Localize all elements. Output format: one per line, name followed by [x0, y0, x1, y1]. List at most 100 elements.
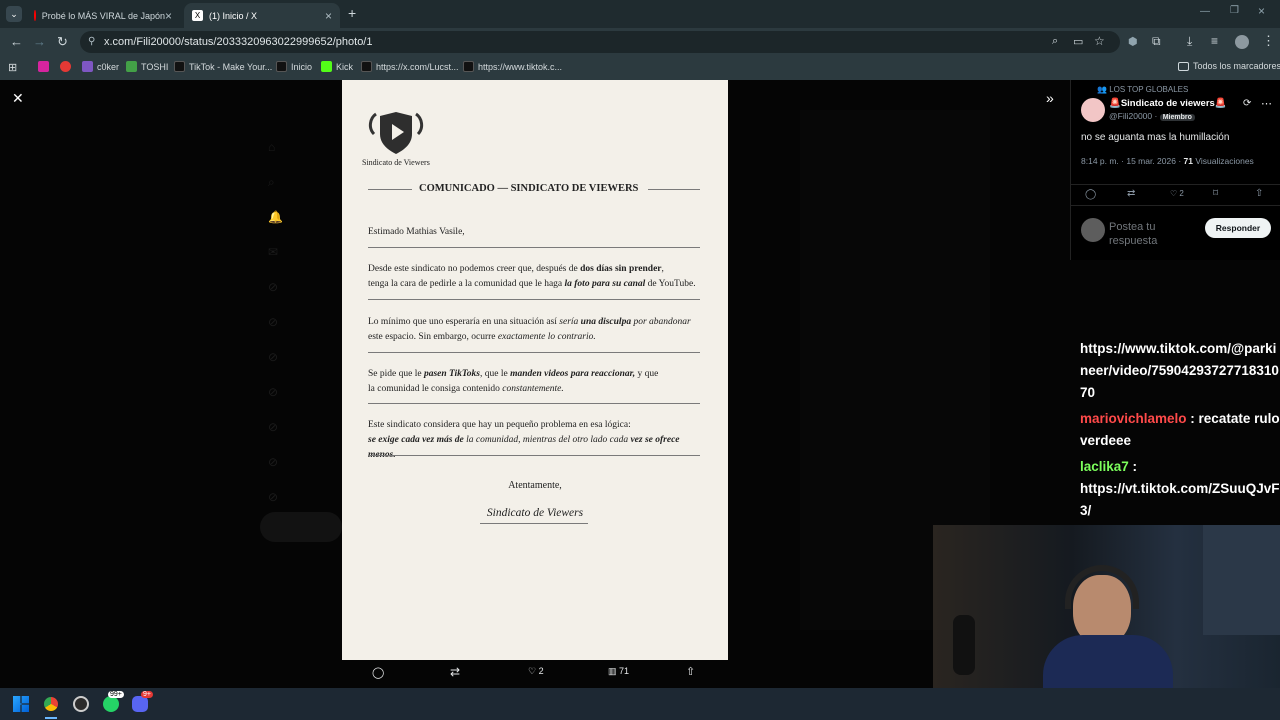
- tab-x[interactable]: X (1) Inicio / X ×: [184, 3, 340, 28]
- share-icon[interactable]: ⇧: [686, 665, 695, 678]
- text: Se pide que le: [368, 369, 424, 379]
- browser-tab-bar: ⌄ Probé lo MÁS VIRAL de Japón × X (1) In…: [0, 0, 1280, 28]
- like-button[interactable]: ♡ 2: [528, 666, 544, 677]
- profile-avatar[interactable]: [1235, 35, 1249, 49]
- close-window-icon[interactable]: ×: [1258, 4, 1265, 18]
- bookmark-star-icon[interactable]: ☆: [1094, 34, 1105, 48]
- paragraph-3: Se pide que le pasen TikToks, que le man…: [368, 367, 702, 397]
- folder-icon: [1178, 61, 1189, 71]
- minimize-icon[interactable]: —: [1200, 6, 1210, 17]
- tab-search-icon[interactable]: ⌄: [6, 6, 22, 22]
- forward-icon[interactable]: →: [33, 34, 46, 49]
- apps-icon[interactable]: ⊞: [8, 61, 17, 74]
- chat-message: mariovichlamelo : recatate rulo verdeee: [1080, 408, 1280, 452]
- whatsapp-icon[interactable]: [103, 696, 119, 712]
- bookmark-c0ker[interactable]: c0ker: [82, 61, 119, 72]
- tweet-text: no se aguanta mas la humillación: [1081, 132, 1230, 143]
- heading-rule-right: [648, 189, 700, 190]
- tweet-panel: 👥 LOS TOP GLOBALES 🚨Sindicato de viewers…: [1070, 80, 1280, 260]
- media-action-bar: ◯ ⇄ ♡ 2 ▥ 71 ⇧: [342, 660, 728, 688]
- tab-youtube[interactable]: Probé lo MÁS VIRAL de Japón ×: [26, 3, 180, 28]
- text-italic: constantemente.: [502, 384, 564, 394]
- paragraph-1: Desde este sindicato no podemos creer qu…: [368, 262, 702, 292]
- reply-avatar: [1081, 218, 1105, 242]
- community-label[interactable]: 👥 LOS TOP GLOBALES: [1097, 85, 1188, 94]
- reply-icon[interactable]: ◯: [372, 666, 384, 679]
- media-control-icon[interactable]: ≡: [1211, 34, 1218, 48]
- tab-title: (1) Inicio / X: [209, 10, 258, 21]
- youtube-icon: [34, 10, 36, 21]
- close-tab-icon[interactable]: ×: [325, 9, 332, 23]
- repost-icon[interactable]: ⇄: [1127, 188, 1135, 199]
- text-bold: dos días sin prender: [580, 264, 662, 274]
- letter-image: Sindicato de Viewers COMUNICADO — SINDIC…: [342, 80, 728, 660]
- extensions-icon[interactable]: ⧉: [1152, 34, 1161, 49]
- repost-icon[interactable]: ⇄: [450, 665, 460, 679]
- author-handle[interactable]: @Fili20000 · Miembro: [1109, 111, 1195, 121]
- bookmark-inicio[interactable]: Inicio: [276, 61, 312, 72]
- views-count: 71: [1183, 156, 1193, 166]
- zoom-icon[interactable]: ⌕: [1052, 35, 1058, 48]
- discord-icon[interactable]: [132, 696, 148, 712]
- stream-chat-overlay: https://www.tiktok.com/@parkineer/video/…: [1080, 338, 1280, 522]
- views-count: 71: [619, 666, 630, 676]
- bookmark-label: TOSHI: [141, 61, 169, 72]
- text-italic: sería: [559, 317, 581, 327]
- back-icon[interactable]: ←: [10, 34, 23, 49]
- bookmark-toshi[interactable]: TOSHI: [126, 61, 168, 72]
- obs-icon[interactable]: [73, 696, 89, 712]
- reload-icon[interactable]: ↻: [57, 34, 68, 50]
- url-field[interactable]: ⚲ x.com/Fili20000/status/203332096302299…: [80, 31, 1120, 53]
- maximize-icon[interactable]: ❐: [1230, 5, 1239, 16]
- author-avatar[interactable]: [1081, 98, 1105, 122]
- tweet-meta: 8:14 p. m. · 15 mar. 2026 · 71 Visualiza…: [1081, 156, 1254, 166]
- menu-icon[interactable]: ⋮: [1262, 33, 1275, 49]
- like-button[interactable]: ♡ 2: [1170, 189, 1184, 198]
- all-bookmarks[interactable]: Todos los marcadores: [1178, 61, 1280, 71]
- taskbar-active-indicator: [45, 717, 57, 719]
- text-bold-italic: pasen TikToks: [423, 369, 480, 379]
- member-badge: Miembro: [1159, 114, 1195, 121]
- text-italic: la comunidad, mientras del otro lado cad…: [463, 435, 631, 445]
- collapse-panel-icon[interactable]: »: [1046, 90, 1054, 106]
- instagram-icon[interactable]: [38, 61, 49, 72]
- like-count: 2: [1179, 189, 1184, 198]
- site-info-icon[interactable]: ⚲: [88, 31, 95, 53]
- greeting: Estimado Mathias Vasile,: [368, 227, 465, 237]
- close-viewer-icon[interactable]: ✕: [12, 90, 24, 107]
- tweet-actions: ◯ ⇄ ♡ 2 ⌑ ⇧: [1071, 184, 1280, 206]
- chat-user: mariovichlamelo: [1080, 411, 1187, 426]
- grok-icon[interactable]: ⟳: [1243, 98, 1251, 109]
- chrome-icon[interactable]: [43, 696, 59, 712]
- more-icon[interactable]: ⋯: [1261, 97, 1272, 110]
- bookmark-label: Inicio: [291, 61, 313, 72]
- chat-message: laclika7 :: [1080, 456, 1280, 478]
- new-tab-icon[interactable]: +: [348, 5, 356, 21]
- download-icon[interactable]: ⤓: [1187, 34, 1192, 49]
- install-icon[interactable]: ▭: [1073, 35, 1083, 48]
- share-icon[interactable]: ⇧: [1255, 188, 1263, 199]
- discord-badge: 9+: [141, 691, 153, 698]
- bookmark-x-lucst[interactable]: https://x.com/Lucst...: [361, 61, 459, 72]
- reply-icon[interactable]: ◯: [1085, 189, 1096, 200]
- author-name[interactable]: 🚨Sindicato de viewers🚨: [1109, 98, 1227, 109]
- extension-shield-icon[interactable]: ⬢: [1128, 35, 1138, 48]
- bookmark-label: https://x.com/Lucst...: [376, 61, 459, 72]
- views-button[interactable]: ▥ 71: [608, 666, 629, 677]
- microphone: [953, 615, 975, 675]
- reply-input[interactable]: Postea tu respuesta: [1109, 220, 1199, 246]
- handle-text: @Fili20000 ·: [1109, 111, 1158, 121]
- close-tab-icon[interactable]: ×: [165, 9, 172, 23]
- windows-start-icon[interactable]: [13, 696, 29, 712]
- bookmark-tiktok[interactable]: TikTok - Make Your...: [174, 61, 272, 72]
- tab-title: Probé lo MÁS VIRAL de Japón: [41, 10, 165, 21]
- bookmark-tiktok-url[interactable]: https://www.tiktok.c...: [463, 61, 562, 72]
- youtube-bookmark-icon[interactable]: [60, 61, 71, 72]
- logo-text: Sindicato de Viewers: [362, 158, 430, 167]
- community-name: LOS TOP GLOBALES: [1109, 85, 1189, 94]
- reply-button[interactable]: Responder: [1205, 218, 1271, 238]
- text: tenga la cara de pedirle a la comunidad …: [368, 279, 565, 289]
- bookmark-kick[interactable]: Kick: [321, 61, 353, 72]
- bookmark-icon[interactable]: ⌑: [1213, 188, 1218, 199]
- chat-text: :: [1128, 459, 1138, 474]
